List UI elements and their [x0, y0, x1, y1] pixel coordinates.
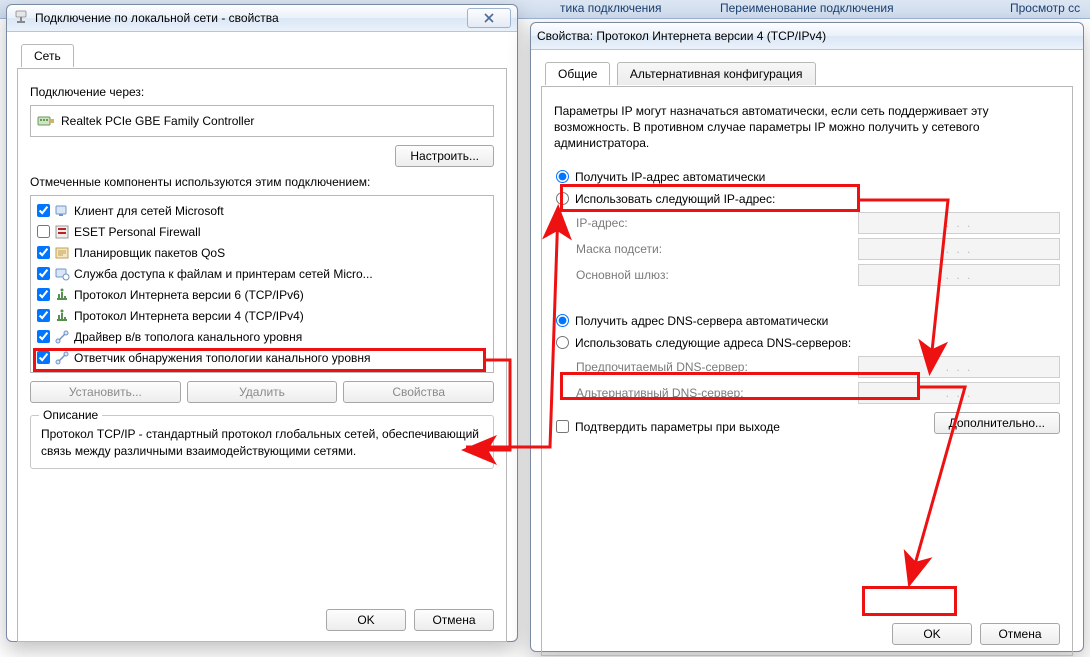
dns-pref-field: . . .	[858, 356, 1060, 378]
ip-manual-radio[interactable]: Использовать следующий IP-адрес:	[554, 190, 1060, 208]
gw-field: . . .	[858, 264, 1060, 286]
dns-manual-label: Использовать следующие адреса DNS-сервер…	[575, 336, 851, 350]
titlebar: Подключение по локальной сети - свойства	[7, 5, 517, 32]
description-legend: Описание	[39, 408, 102, 422]
advanced-button[interactable]: Дополнительно...	[934, 412, 1060, 434]
components-list[interactable]: Клиент для сетей Microsoft ESET Personal …	[30, 195, 494, 373]
dns-auto-input[interactable]	[556, 314, 569, 327]
component-row[interactable]: Протокол Интернета версии 6 (TCP/IPv6)	[33, 284, 491, 305]
component-row[interactable]: Планировщик пакетов QoS	[33, 242, 491, 263]
component-label: Клиент для сетей Microsoft	[74, 204, 489, 218]
gw-label: Основной шлюз:	[576, 268, 858, 282]
ipv4-properties-dialog: Свойства: Протокол Интернета версии 4 (T…	[530, 22, 1084, 652]
connect-through-label: Подключение через:	[30, 85, 494, 99]
bg-text-2: Переименование подключения	[720, 1, 894, 15]
component-checkbox[interactable]	[37, 351, 50, 364]
ip-manual-label: Использовать следующий IP-адрес:	[575, 192, 775, 206]
component-checkbox[interactable]	[37, 246, 50, 259]
component-checkbox[interactable]	[37, 204, 50, 217]
close-button[interactable]	[467, 8, 511, 28]
dialog-title: Свойства: Протокол Интернета версии 4 (T…	[537, 29, 826, 43]
dns-manual-radio[interactable]: Использовать следующие адреса DNS-сервер…	[554, 334, 1060, 352]
dns-alt-label: Альтернативный DNS-сервер:	[576, 386, 858, 400]
confirm-checkbox[interactable]	[556, 420, 569, 433]
ok-button[interactable]: OK	[892, 623, 972, 645]
confirm-label: Подтвердить параметры при выходе	[575, 420, 780, 434]
tab-alternative[interactable]: Альтернативная конфигурация	[617, 62, 816, 85]
description-text: Протокол TCP/IP - стандартный протокол г…	[41, 426, 483, 460]
component-row[interactable]: Драйвер в/в тополога канального уровня	[33, 326, 491, 347]
component-checkbox[interactable]	[37, 225, 50, 238]
component-label: Драйвер в/в тополога канального уровня	[74, 330, 489, 344]
ip-auto-input[interactable]	[556, 170, 569, 183]
adapter-name: Realtek PCIe GBE Family Controller	[61, 114, 254, 128]
ip-addr-field: . . .	[858, 212, 1060, 234]
component-row[interactable]: Клиент для сетей Microsoft	[33, 200, 491, 221]
component-icon	[54, 329, 70, 345]
components-label: Отмеченные компоненты используются этим …	[30, 175, 494, 189]
cancel-button[interactable]: Отмена	[980, 623, 1060, 645]
dns-alt-field: . . .	[858, 382, 1060, 404]
bg-text-3: Просмотр сс	[1010, 1, 1080, 15]
info-text: Параметры IP могут назначаться автоматич…	[554, 103, 1060, 152]
component-checkbox[interactable]	[37, 330, 50, 343]
component-label: Протокол Интернета версии 4 (TCP/IPv4)	[74, 309, 489, 323]
component-label: Служба доступа к файлам и принтерам сете…	[74, 267, 489, 281]
component-icon	[54, 224, 70, 240]
component-icon	[54, 308, 70, 324]
component-row[interactable]: Служба доступа к файлам и принтерам сете…	[33, 263, 491, 284]
dns-pref-label: Предпочитаемый DNS-сервер:	[576, 360, 858, 374]
properties-button[interactable]: Свойства	[343, 381, 494, 403]
component-icon	[54, 266, 70, 282]
component-icon	[54, 203, 70, 219]
cancel-button[interactable]: Отмена	[414, 609, 494, 631]
ip-auto-label: Получить IP-адрес автоматически	[575, 170, 765, 184]
component-icon	[54, 287, 70, 303]
dns-manual-input[interactable]	[556, 336, 569, 349]
component-label: Планировщик пакетов QoS	[74, 246, 489, 260]
configure-button[interactable]: Настроить...	[395, 145, 494, 167]
titlebar: Свойства: Протокол Интернета версии 4 (T…	[531, 23, 1083, 50]
remove-button[interactable]: Удалить	[187, 381, 338, 403]
bg-text-1: тика подключения	[560, 1, 662, 15]
component-label: Протокол Интернета версии 6 (TCP/IPv6)	[74, 288, 489, 302]
component-checkbox[interactable]	[37, 288, 50, 301]
dns-auto-radio[interactable]: Получить адрес DNS-сервера автоматически	[554, 312, 1060, 330]
nic-icon	[37, 112, 55, 130]
ok-button[interactable]: OK	[326, 609, 406, 631]
component-icon	[54, 350, 70, 366]
adapter-box[interactable]: Realtek PCIe GBE Family Controller	[30, 105, 494, 137]
ip-addr-label: IP-адрес:	[576, 216, 858, 230]
component-label: Ответчик обнаружения топологии канальног…	[74, 351, 489, 365]
ip-auto-radio[interactable]: Получить IP-адрес автоматически	[554, 168, 1060, 186]
connection-properties-dialog: Подключение по локальной сети - свойства…	[6, 4, 518, 642]
component-checkbox[interactable]	[37, 267, 50, 280]
network-icon	[13, 10, 29, 26]
component-row[interactable]: Ответчик обнаружения топологии канальног…	[33, 347, 491, 368]
dns-auto-label: Получить адрес DNS-сервера автоматически	[575, 314, 828, 328]
component-label: ESET Personal Firewall	[74, 225, 489, 239]
tab-network[interactable]: Сеть	[21, 44, 74, 67]
dialog-title: Подключение по локальной сети - свойства	[35, 11, 279, 25]
component-row[interactable]: Протокол Интернета версии 4 (TCP/IPv4)	[33, 305, 491, 326]
description-group: Описание Протокол TCP/IP - стандартный п…	[30, 415, 494, 469]
component-icon	[54, 245, 70, 261]
tab-general[interactable]: Общие	[545, 62, 610, 85]
ip-manual-input[interactable]	[556, 192, 569, 205]
mask-label: Маска подсети:	[576, 242, 858, 256]
component-checkbox[interactable]	[37, 309, 50, 322]
mask-field: . . .	[858, 238, 1060, 260]
install-button[interactable]: Установить...	[30, 381, 181, 403]
component-row[interactable]: ESET Personal Firewall	[33, 221, 491, 242]
